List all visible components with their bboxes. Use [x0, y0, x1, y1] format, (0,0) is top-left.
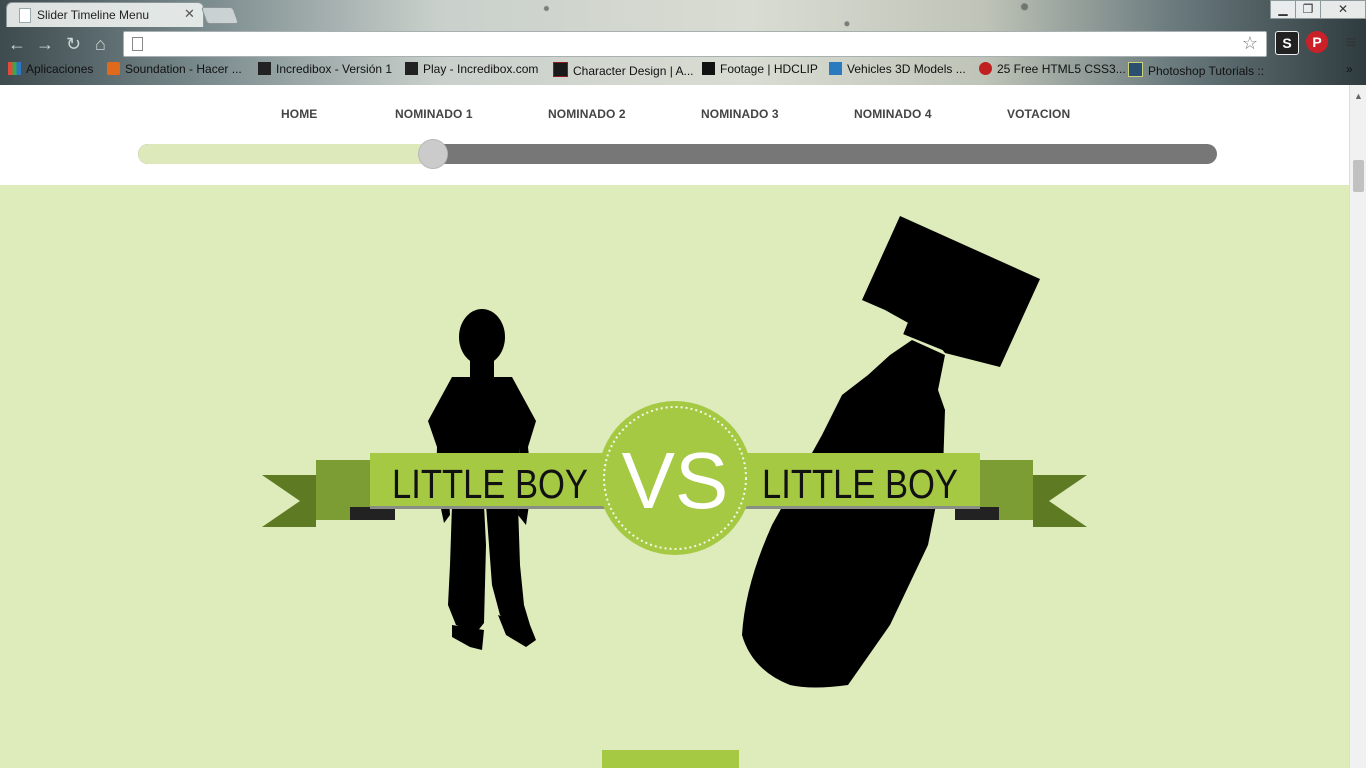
home-icon[interactable]: ⌂ — [95, 34, 106, 55]
timeline-menu: HOME NOMINADO 1 NOMINADO 2 NOMINADO 3 NO… — [0, 85, 1349, 185]
forward-icon[interactable]: → — [36, 34, 54, 55]
close-tab-icon[interactable]: ✕ — [184, 6, 195, 22]
3d-icon — [829, 62, 842, 75]
photoshop-icon — [1128, 62, 1143, 77]
hero-section: LITTLE BOY VS LITTLE BOY — [0, 185, 1349, 768]
bookmark-item[interactable]: Vehicles 3D Models ... — [829, 62, 966, 76]
bookmark-item[interactable]: Photoshop Tutorials :: — [1128, 62, 1264, 78]
minimize-button[interactable]: ▁ — [1270, 0, 1296, 19]
bookmark-item[interactable]: Incredibox - Versión 1 — [258, 62, 392, 76]
address-bar[interactable]: ☆ — [123, 31, 1267, 57]
tab-title: Slider Timeline Menu — [37, 8, 150, 22]
bomb-silhouette — [742, 216, 1040, 688]
browser-tab[interactable]: Slider Timeline Menu ✕ — [6, 2, 204, 27]
pinterest-icon[interactable]: P — [1306, 31, 1328, 53]
scroll-thumb[interactable] — [1353, 160, 1364, 192]
nav-item-nominado-2[interactable]: NOMINADO 2 — [548, 107, 626, 121]
page-scrollbar[interactable]: ▲ — [1349, 85, 1366, 768]
browser-toolbar: ← → ↻ ⌂ ☆ S P ≡ — [0, 28, 1366, 58]
nav-item-nominado-1[interactable]: NOMINADO 1 — [395, 107, 473, 121]
bookmark-item[interactable]: Character Design | A... — [553, 62, 694, 78]
browser-chrome: Slider Timeline Menu ✕ ▁ ❐ ✕ ← → ↻ ⌂ ☆ S… — [0, 0, 1366, 85]
bookmark-item[interactable]: 25 Free HTML5 CSS3... — [979, 62, 1126, 76]
close-window-button[interactable]: ✕ — [1320, 0, 1366, 19]
bookmark-item[interactable]: Footage | HDCLIP — [702, 62, 818, 76]
bookmark-item[interactable]: Soundation - Hacer ... — [107, 62, 242, 76]
new-tab-button[interactable] — [200, 7, 240, 24]
soundation-icon — [107, 62, 120, 75]
next-section-tab[interactable] — [602, 750, 739, 768]
scroll-up-icon[interactable]: ▲ — [1354, 91, 1363, 101]
bookmark-item[interactable]: Aplicaciones — [8, 62, 93, 76]
apps-grid-icon — [8, 62, 21, 75]
right-label: LITTLE BOY — [762, 461, 958, 507]
nav-item-votacion[interactable]: VOTACION — [1007, 107, 1070, 121]
page-icon — [132, 37, 143, 51]
vs-label: VS — [622, 436, 729, 525]
back-icon[interactable]: ← — [8, 34, 26, 55]
nav-item-nominado-3[interactable]: NOMINADO 3 — [701, 107, 779, 121]
bookmark-star-icon[interactable]: ☆ — [1242, 33, 1258, 54]
incredibox-icon — [258, 62, 271, 75]
page-content: HOME NOMINADO 1 NOMINADO 2 NOMINADO 3 NO… — [0, 85, 1349, 768]
bookmarks-bar: Aplicaciones Soundation - Hacer ... Incr… — [0, 59, 1366, 81]
hero-illustration: LITTLE BOY VS LITTLE BOY — [262, 216, 1087, 688]
left-label: LITTLE BOY — [392, 461, 588, 507]
menu-icon[interactable]: ≡ — [1340, 31, 1362, 53]
nav-item-home[interactable]: HOME — [281, 107, 317, 121]
incredibox-icon — [405, 62, 418, 75]
restore-button[interactable]: ❐ — [1295, 0, 1321, 19]
timeline-slider-fill — [138, 144, 433, 164]
bookmarks-overflow-icon[interactable]: » — [1346, 62, 1353, 76]
bookmark-item[interactable]: Play - Incredibox.com — [405, 62, 538, 76]
timeline-slider-handle[interactable] — [417, 139, 448, 169]
html5-icon — [979, 62, 992, 75]
timeline-slider-track[interactable] — [138, 144, 1217, 164]
hdclip-icon — [702, 62, 715, 75]
reload-icon[interactable]: ↻ — [66, 34, 81, 55]
nav-item-nominado-4[interactable]: NOMINADO 4 — [854, 107, 932, 121]
extension-s-icon[interactable]: S — [1275, 31, 1299, 55]
cd-icon — [553, 62, 568, 77]
page-icon — [19, 8, 31, 23]
